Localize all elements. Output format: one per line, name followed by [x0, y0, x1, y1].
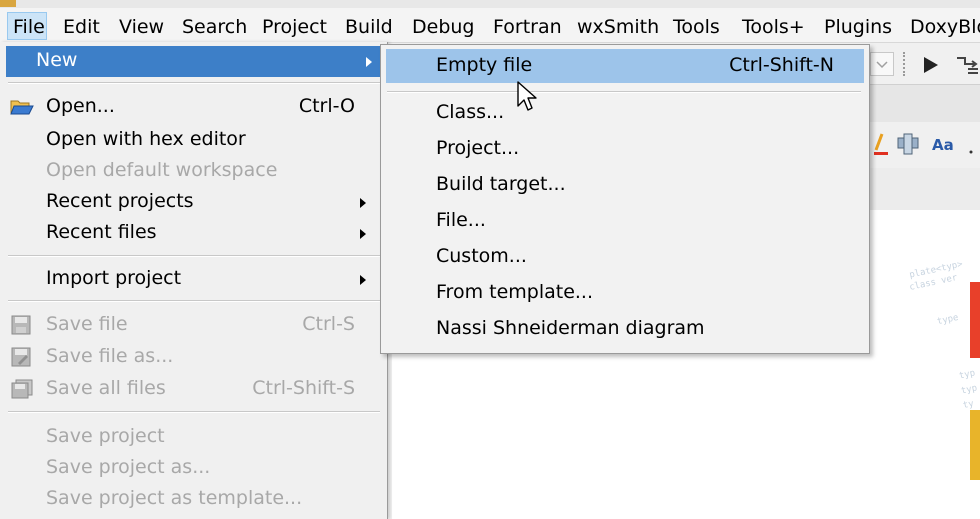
- toolbar-row: [868, 84, 980, 123]
- editor-tabbar: [868, 168, 980, 211]
- watermark-decoration: typ: [960, 383, 979, 397]
- submenu-arrow-icon: [360, 198, 366, 208]
- format-icon[interactable]: [896, 132, 920, 156]
- mouse-cursor-icon: [516, 80, 540, 114]
- file-menu-recent-projects[interactable]: Recent projects: [0, 187, 380, 218]
- menu-separator: [8, 300, 380, 302]
- new-custom[interactable]: Custom...: [381, 240, 861, 272]
- menu-separator: [8, 255, 380, 257]
- submenu-arrow-icon: [366, 57, 372, 67]
- file-menu-save-file: Save file Ctrl-S: [0, 310, 380, 341]
- file-menu-save-project-template: Save project as template...: [0, 484, 380, 515]
- file-menu-recent-files[interactable]: Recent files: [0, 218, 380, 249]
- file-menu-new[interactable]: New: [6, 46, 380, 77]
- menu-separator: [8, 411, 380, 413]
- file-label: File...: [436, 209, 486, 231]
- submenu-arrow-icon: [360, 229, 366, 239]
- highlight-icon[interactable]: [872, 132, 890, 156]
- nassi-label: Nassi Shneiderman diagram: [436, 317, 705, 339]
- save-file-as-label: Save file as...: [46, 345, 174, 367]
- font-icon[interactable]: Aa: [930, 132, 960, 156]
- new-nassi-diagram[interactable]: Nassi Shneiderman diagram: [381, 312, 861, 344]
- build-target-label: Build target...: [436, 173, 566, 195]
- menu-project[interactable]: Project: [262, 14, 327, 40]
- file-menu-import-project[interactable]: Import project: [0, 264, 380, 295]
- toolbar-grip: [903, 52, 908, 76]
- empty-file-label: Empty file: [436, 54, 533, 76]
- menu-search[interactable]: Search: [182, 14, 247, 40]
- open-hex-label: Open with hex editor: [46, 128, 246, 150]
- step-icon[interactable]: [954, 52, 980, 78]
- new-file[interactable]: File...: [381, 204, 861, 236]
- class-label: Class...: [436, 101, 505, 123]
- import-project-label: Import project: [46, 267, 182, 289]
- file-menu-new-label: New: [36, 49, 78, 71]
- save-all-shortcut: Ctrl-Shift-S: [252, 377, 355, 399]
- open-label: Open...: [46, 95, 115, 117]
- secondary-toolbar: Aa: [868, 122, 980, 166]
- main-toolbar: [868, 44, 980, 84]
- save-as-icon: [10, 347, 32, 367]
- logo-red-block: [970, 282, 980, 358]
- file-menu-open-hex[interactable]: Open with hex editor: [0, 125, 380, 156]
- project-label: Project...: [436, 137, 520, 159]
- save-all-label: Save all files: [46, 377, 166, 399]
- save-project-template-label: Save project as template...: [46, 487, 303, 509]
- watermark-decoration: type: [936, 312, 960, 328]
- new-project[interactable]: Project...: [381, 132, 861, 164]
- new-submenu: Empty file Ctrl-Shift-N Class... Project…: [380, 44, 870, 354]
- save-all-icon: [10, 379, 33, 399]
- logo-yellow-block: [970, 410, 980, 480]
- save-disk-icon: [10, 315, 32, 335]
- new-from-template[interactable]: From template...: [381, 276, 861, 308]
- save-file-label: Save file: [46, 313, 128, 335]
- new-build-target[interactable]: Build target...: [381, 168, 861, 200]
- recent-files-label: Recent files: [46, 221, 157, 243]
- new-class[interactable]: Class...: [381, 96, 861, 128]
- custom-label: Custom...: [436, 245, 527, 267]
- menu-view[interactable]: View: [119, 14, 164, 40]
- open-shortcut: Ctrl-O: [298, 95, 355, 117]
- menu-tools-plus[interactable]: Tools+: [742, 14, 805, 40]
- file-menu-save-project: Save project: [0, 422, 380, 453]
- menu-build[interactable]: Build: [345, 14, 393, 40]
- file-menu-save-project-as: Save project as...: [0, 453, 380, 484]
- svg-text:Aa: Aa: [932, 136, 954, 154]
- save-project-as-label: Save project as...: [46, 456, 211, 478]
- file-menu-save-file-as: Save file as...: [0, 342, 380, 373]
- save-project-label: Save project: [46, 425, 165, 447]
- menu-separator: [8, 82, 380, 84]
- new-empty-file[interactable]: Empty file Ctrl-Shift-N: [386, 49, 864, 83]
- menu-tools[interactable]: Tools: [673, 14, 720, 40]
- menu-wxsmith[interactable]: wxSmith: [577, 14, 659, 40]
- menubar: File Edit View Search Project Build Debu…: [0, 0, 980, 43]
- recent-projects-label: Recent projects: [46, 190, 194, 212]
- menu-doxyblocks[interactable]: DoxyBlo: [910, 14, 980, 40]
- dropdown-chevron-icon[interactable]: [870, 52, 894, 76]
- save-file-shortcut: Ctrl-S: [302, 313, 355, 335]
- menu-plugins[interactable]: Plugins: [824, 14, 892, 40]
- title-strip: [0, 0, 980, 8]
- open-workspace-label: Open default workspace: [46, 159, 278, 181]
- menu-fortran[interactable]: Fortran: [493, 14, 562, 40]
- open-folder-icon: [10, 97, 34, 117]
- submenu-arrow-icon: [360, 275, 366, 285]
- menu-separator: [387, 91, 861, 93]
- more-icon[interactable]: [968, 138, 978, 154]
- file-menu-save-all: Save all files Ctrl-Shift-S: [0, 374, 380, 405]
- run-icon[interactable]: [920, 54, 942, 76]
- from-template-label: From template...: [436, 281, 594, 303]
- menu-file[interactable]: File: [7, 12, 47, 40]
- menu-debug[interactable]: Debug: [412, 14, 474, 40]
- empty-file-shortcut: Ctrl-Shift-N: [729, 54, 834, 76]
- watermark-decoration: typ: [958, 368, 977, 382]
- file-menu-open-workspace: Open default workspace: [0, 156, 380, 187]
- file-menu-dropdown: New Open... Ctrl-O Open with hex editor …: [0, 42, 388, 519]
- app-icon: [0, 0, 16, 7]
- menu-edit[interactable]: Edit: [63, 14, 100, 40]
- file-menu-open[interactable]: Open... Ctrl-O: [0, 92, 380, 123]
